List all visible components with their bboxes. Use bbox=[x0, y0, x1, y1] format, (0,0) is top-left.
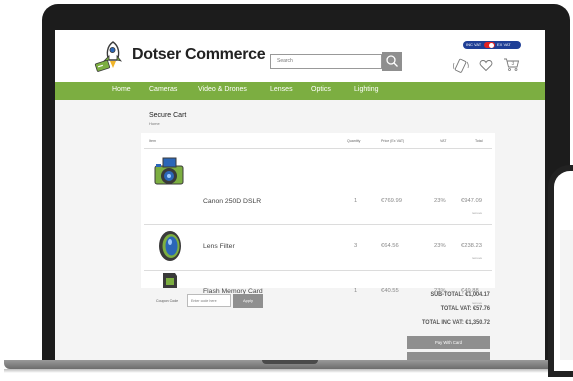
page-title: Secure Cart bbox=[149, 112, 187, 119]
brand-name[interactable]: Dotser Commerce bbox=[132, 46, 266, 64]
subtotal: SUB-TOTAL: €1,004.17 bbox=[430, 291, 490, 298]
coupon-input[interactable]: Enter code here bbox=[187, 294, 231, 307]
quantity-value[interactable]: 3 bbox=[354, 243, 357, 249]
total-value: €238.23 bbox=[461, 243, 482, 249]
total-vat: TOTAL VAT: €57.76 bbox=[440, 305, 490, 312]
col-header-price: Price (Ex VAT) bbox=[381, 139, 405, 143]
heart-icon[interactable] bbox=[479, 59, 493, 72]
vat-switch-knob bbox=[489, 42, 494, 48]
memory-card-image[interactable] bbox=[159, 273, 181, 288]
pay-with-card-button[interactable]: Pay With Card bbox=[407, 336, 490, 349]
col-header-vat: VAT bbox=[440, 139, 447, 143]
quantity-value[interactable]: 1 bbox=[354, 198, 357, 204]
col-header-total: Total bbox=[475, 139, 483, 143]
nav-item-video-drones[interactable]: Video & Drones bbox=[198, 86, 247, 93]
price-value: €769.99 bbox=[381, 198, 402, 204]
nav-item-lenses[interactable]: Lenses bbox=[270, 86, 293, 93]
col-header-quantity: Quantity bbox=[347, 139, 361, 143]
main-nav: Home Cameras Video & Drones Lenses Optic… bbox=[55, 82, 545, 100]
col-header-item: Item bbox=[149, 139, 156, 143]
lens-filter-image[interactable] bbox=[153, 229, 187, 263]
coupon-label: Coupon Code bbox=[156, 299, 179, 303]
cart-table: Item Quantity Price (Ex VAT) VAT Total C… bbox=[141, 133, 495, 295]
row-divider bbox=[144, 148, 492, 149]
search-button[interactable] bbox=[382, 52, 402, 71]
price-value: €64.56 bbox=[381, 243, 399, 249]
total-inc-vat: TOTAL INC VAT: €1,350.72 bbox=[422, 319, 490, 326]
vat-inc-label: INC VAT bbox=[466, 42, 482, 47]
svg-text:3: 3 bbox=[512, 61, 515, 67]
total-value: €947.09 bbox=[461, 198, 482, 204]
search-icon bbox=[386, 55, 398, 67]
nav-item-lighting[interactable]: Lighting bbox=[354, 86, 379, 93]
vat-ex-label: EX VAT bbox=[497, 42, 511, 47]
phone-icon[interactable] bbox=[452, 58, 470, 74]
vat-value: 23% bbox=[434, 198, 446, 204]
remove-link[interactable]: remove bbox=[472, 211, 482, 215]
nav-item-cameras[interactable]: Cameras bbox=[149, 86, 177, 93]
site-header: Dotser Commerce Search INC VAT EX VAT 3 bbox=[55, 30, 545, 84]
laptop-notch bbox=[262, 360, 318, 364]
product-name[interactable]: Lens Filter bbox=[203, 243, 235, 250]
cart-icon[interactable]: 3 bbox=[503, 57, 521, 72]
remove-link[interactable]: remove bbox=[472, 256, 482, 260]
phone-screen bbox=[560, 230, 573, 360]
row-divider bbox=[144, 224, 492, 225]
apply-button[interactable]: Apply bbox=[233, 294, 263, 308]
camera-image[interactable] bbox=[153, 154, 187, 190]
price-value: €40.55 bbox=[381, 288, 399, 294]
vat-value: 23% bbox=[434, 243, 446, 249]
secondary-pay-button[interactable] bbox=[407, 352, 490, 360]
nav-item-optics[interactable]: Optics bbox=[311, 86, 331, 93]
laptop-screen: Dotser Commerce Search INC VAT EX VAT 3 … bbox=[55, 30, 545, 360]
breadcrumb[interactable]: Home bbox=[149, 121, 160, 126]
search-input[interactable]: Search bbox=[270, 54, 382, 69]
row-divider bbox=[144, 270, 492, 271]
rocket-logo-icon[interactable] bbox=[93, 40, 127, 72]
product-name[interactable]: Canon 250D DSLR bbox=[203, 198, 261, 205]
nav-item-home[interactable]: Home bbox=[112, 86, 131, 93]
vat-toggle[interactable]: INC VAT EX VAT bbox=[463, 41, 521, 49]
laptop-shadow bbox=[4, 369, 573, 373]
quantity-value[interactable]: 1 bbox=[354, 288, 357, 294]
